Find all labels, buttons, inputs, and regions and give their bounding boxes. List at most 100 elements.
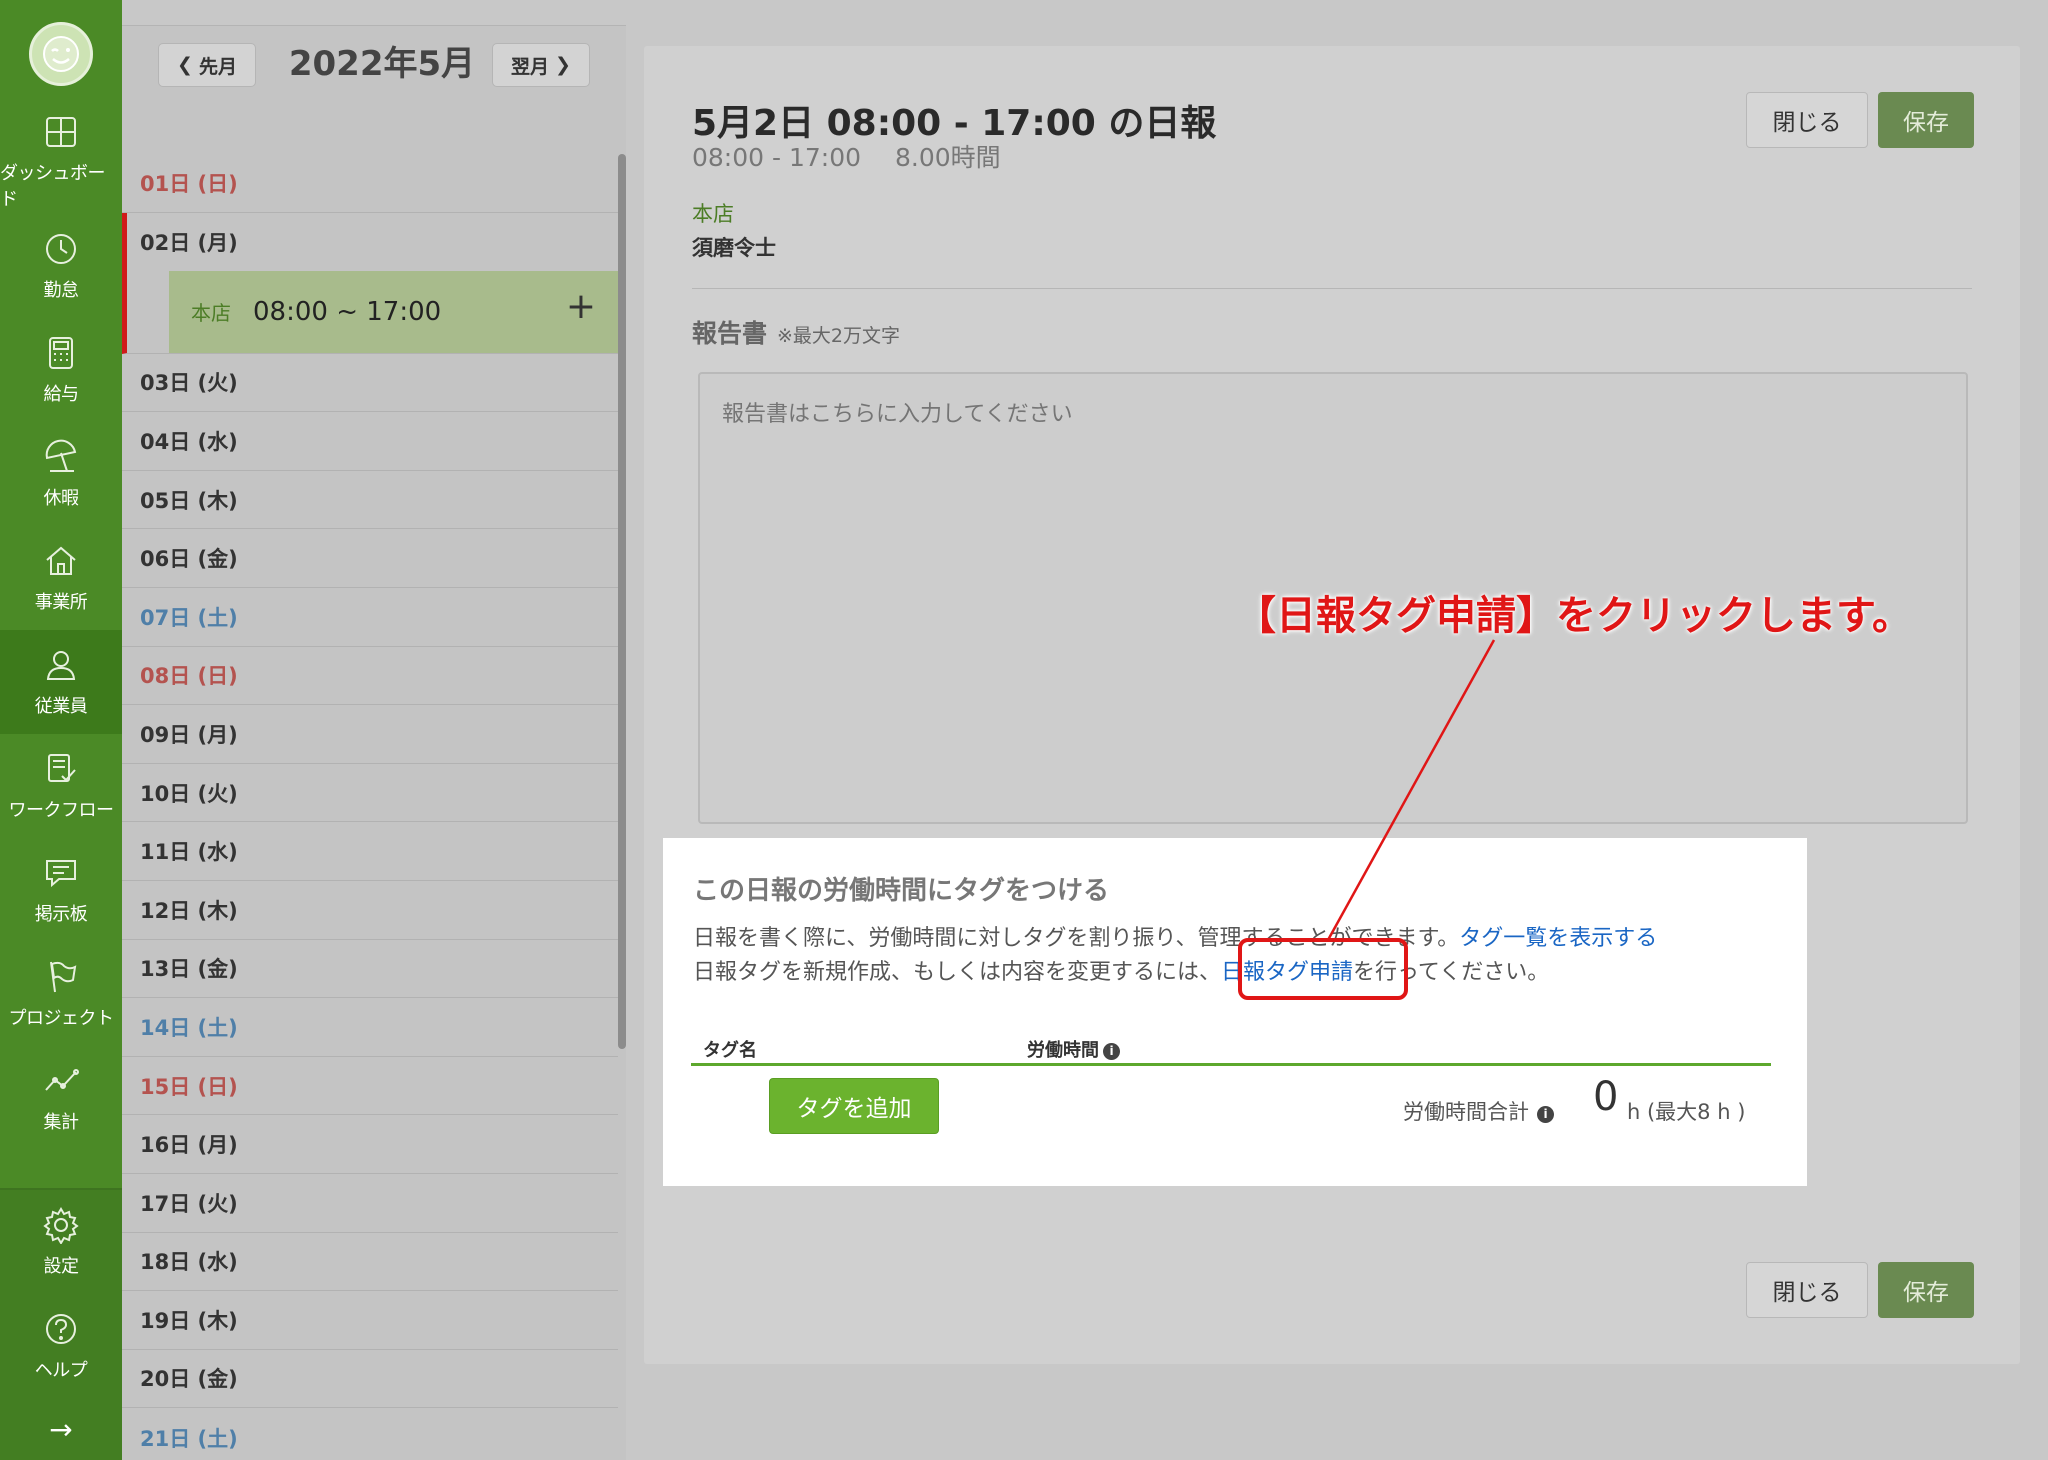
nav-attendance[interactable]: 勤怠: [0, 214, 122, 318]
shift-entry[interactable]: 本店 08:00 ~ 17:00 +: [169, 270, 618, 353]
next-month-label: 翌月: [511, 55, 550, 78]
calendar-scrollbar[interactable]: [618, 154, 626, 1049]
nav-office[interactable]: 事業所: [0, 526, 122, 630]
dashboard-icon: [46, 117, 76, 147]
total-hours-label: 労働時間合計 i: [1403, 1096, 1554, 1126]
day-row[interactable]: 07日 (土): [122, 588, 618, 647]
app-logo[interactable]: [29, 22, 93, 86]
report-hours: 8.00時間: [894, 143, 1001, 172]
shift-store: 本店: [191, 301, 231, 326]
day-row[interactable]: 20日 (金): [122, 1350, 618, 1409]
nav-reports[interactable]: 集計: [0, 1046, 122, 1150]
month-title: 2022年5月: [288, 44, 476, 84]
nav-board[interactable]: 掲示板: [0, 838, 122, 942]
help-icon: [46, 1314, 76, 1344]
divider: [692, 288, 1972, 289]
nav-settings[interactable]: 設定: [0, 1190, 122, 1294]
day-row[interactable]: 03日 (火): [122, 354, 618, 413]
nav-workflow[interactable]: ワークフロー: [0, 734, 122, 838]
day-row[interactable]: 01日 (日): [122, 154, 618, 213]
day-row[interactable]: 09日 (月): [122, 705, 618, 764]
parasol-icon: [45, 439, 77, 472]
annotation-highlight-box: [1238, 938, 1408, 1000]
calculator-icon: [49, 337, 73, 369]
total-hours-label-text: 労働時間合計: [1403, 1100, 1529, 1124]
day-label[interactable]: 02日 (月): [127, 213, 618, 271]
prev-month-button[interactable]: ❮ 先月: [158, 43, 256, 87]
checklist-icon: [48, 754, 76, 782]
close-button-bottom[interactable]: 閉じる: [1746, 1262, 1868, 1318]
info-icon[interactable]: i: [1103, 1043, 1120, 1060]
day-row[interactable]: 19日 (木): [122, 1291, 618, 1350]
day-row[interactable]: 21日 (土): [122, 1408, 618, 1460]
tag-desc2-pre: 日報タグを新規作成、もしくは内容を変更するには、: [693, 960, 1222, 985]
staff-name: 須磨令士: [692, 236, 776, 260]
day-row[interactable]: 08日 (日): [122, 647, 618, 706]
day-row[interactable]: 06日 (金): [122, 529, 618, 588]
day-row-expanded: 02日 (月) 本店 08:00 ~ 17:00 +: [122, 212, 618, 354]
line-chart-icon: [45, 1069, 79, 1091]
col-hours-label: 労働時間: [1027, 1040, 1099, 1061]
day-row[interactable]: 14日 (土): [122, 998, 618, 1057]
sidebar: ダッシュボード 勤怠 給与 休暇 事業所 従業員 ワークフロー 掲示板 プロジェ…: [0, 0, 122, 1460]
day-row[interactable]: 15日 (日): [122, 1057, 618, 1116]
save-button[interactable]: 保存: [1878, 92, 1974, 148]
day-row[interactable]: 05日 (木): [122, 471, 618, 530]
nav-settings-label: 設定: [43, 1256, 80, 1277]
day-row[interactable]: 12日 (木): [122, 881, 618, 940]
tag-table-header: タグ名 労働時間 i: [691, 1036, 1771, 1066]
smile-logo-icon: [43, 36, 79, 72]
save-button-bottom[interactable]: 保存: [1878, 1262, 1974, 1318]
day-list: 01日 (日) 02日 (月) 本店 08:00 ~ 17:00 + 03日 (…: [122, 154, 618, 1460]
report-time-range: 08:00 - 17:00: [692, 143, 862, 172]
nav-project[interactable]: プロジェクト: [0, 942, 122, 1046]
nav-payroll-label: 給与: [43, 384, 80, 405]
nav-workflow-label: ワークフロー: [8, 800, 115, 821]
nav-help[interactable]: ヘルプ: [0, 1294, 122, 1398]
nav-vacation[interactable]: 休暇: [0, 422, 122, 526]
next-month-button[interactable]: 翌月 ❯: [492, 43, 590, 87]
sidebar-bottom: 設定 ヘルプ →: [0, 1188, 122, 1460]
clock-icon: [46, 234, 76, 264]
day-row[interactable]: 10日 (火): [122, 764, 618, 823]
calendar-panel: ❮ 先月 2022年5月 翌月 ❯ 01日 (日) 02日 (月) 本店 08:…: [122, 0, 626, 1460]
sidebar-expand-arrow-icon[interactable]: →: [0, 1413, 122, 1446]
report-label-text: 報告書: [692, 319, 768, 348]
nav-dashboard-label: ダッシュボード: [0, 163, 106, 210]
info-icon[interactable]: i: [1537, 1106, 1554, 1123]
col-hours: 労働時間 i: [1027, 1036, 1120, 1062]
close-button[interactable]: 閉じる: [1746, 92, 1868, 148]
report-note: ※最大2万文字: [777, 325, 901, 347]
shift-time: 08:00 ~ 17:00: [253, 296, 442, 327]
tag-description-2: 日報タグを新規作成、もしくは内容を変更するには、日報タグ申請を行ってください。: [693, 954, 1549, 986]
nav-board-label: 掲示板: [34, 904, 88, 925]
col-tag-name: タグ名: [703, 1040, 757, 1061]
report-subtitle: 08:00 - 17:00 8.00時間: [692, 138, 1001, 174]
tag-section: この日報の労働時間にタグをつける 日報を書く際に、労働時間に対しタグを割り振り、…: [663, 838, 1807, 1186]
nav-payroll[interactable]: 給与: [0, 318, 122, 422]
nav-help-label: ヘルプ: [34, 1360, 88, 1381]
add-tag-button[interactable]: タグを追加: [769, 1078, 939, 1134]
day-row[interactable]: 11日 (水): [122, 822, 618, 881]
nav-employees[interactable]: 従業員: [0, 630, 122, 734]
calendar-top-strip: [122, 0, 626, 26]
tag-list-link[interactable]: タグ一覧を表示する: [1459, 926, 1657, 951]
add-plus-icon[interactable]: +: [566, 288, 596, 325]
report-label: 報告書 ※最大2万文字: [692, 314, 900, 350]
nav-reports-label: 集計: [43, 1112, 80, 1133]
day-row[interactable]: 17日 (火): [122, 1174, 618, 1233]
prev-month-label: 先月: [198, 55, 237, 78]
day-row[interactable]: 04日 (水): [122, 412, 618, 471]
chevron-right-icon: ❯: [555, 54, 571, 76]
day-row[interactable]: 18日 (水): [122, 1233, 618, 1292]
person-icon: [46, 651, 76, 680]
day-row[interactable]: 13日 (金): [122, 940, 618, 999]
nav-dashboard[interactable]: ダッシュボード: [0, 110, 122, 214]
gear-icon: [43, 1207, 79, 1244]
total-hours-unit: h (最大8 h ): [1627, 1100, 1746, 1124]
annotation-text: 【日報タグ申請】をクリックします。: [1236, 593, 1912, 639]
day-row[interactable]: 16日 (月): [122, 1115, 618, 1174]
message-icon: [46, 860, 76, 888]
tag-description-1: 日報を書く際に、労働時間に対しタグを割り振り、管理することができます。タグ一覧を…: [693, 920, 1657, 952]
nav-attendance-label: 勤怠: [43, 280, 80, 301]
